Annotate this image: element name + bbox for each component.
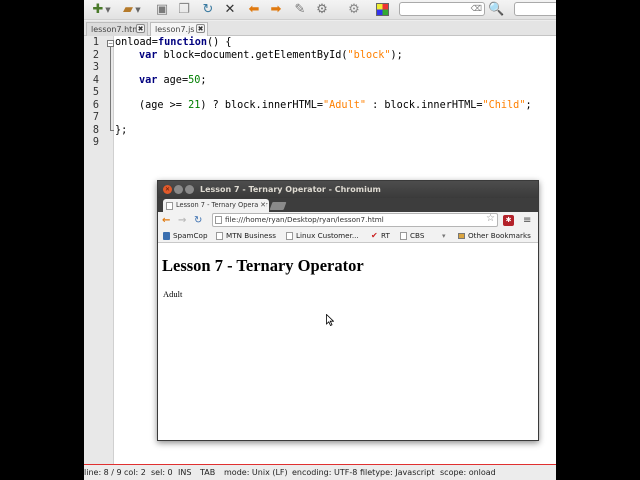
tab-lesson7-js[interactable]: lesson7.js ✖ xyxy=(150,22,208,36)
editor-toolbar: ✚ ▼ ▰ ▼ ▣ ❐ ↻ ✕ ⬅ ➡ ✎ ⚙ ⚙ ⌫ 🔍 xyxy=(84,0,556,20)
ternary-result-block: Adult xyxy=(163,289,183,299)
line-number-gutter: 1 2 3 4 5 6 7 8 9 − xyxy=(84,36,114,464)
page-favicon-icon xyxy=(166,202,173,210)
fold-guide-end xyxy=(110,130,114,131)
status-col: col: 2 xyxy=(124,468,146,477)
execute-icon[interactable]: ⚙ xyxy=(346,2,362,18)
status-scope: scope: onload xyxy=(440,468,496,477)
new-tab-button[interactable] xyxy=(269,202,287,210)
bookmark-page-icon xyxy=(400,232,407,240)
bookmark-item[interactable]: Linux Customer... xyxy=(286,229,359,243)
window-maximize-icon[interactable] xyxy=(185,185,194,194)
open-file-dropdown-icon[interactable]: ▼ xyxy=(134,2,142,18)
code-line-2: var block=document.getElementById("block… xyxy=(139,49,403,61)
browser-tab[interactable]: Lesson 7 - Ternary Operator ✕ xyxy=(163,199,269,212)
status-filetype: filetype: Javascript xyxy=(360,468,435,477)
line-number: 6 xyxy=(92,99,99,111)
save-icon[interactable]: ▣ xyxy=(154,2,170,18)
goto-line-input[interactable] xyxy=(514,2,556,16)
line-number: 2 xyxy=(92,49,99,61)
browser-title-bar[interactable]: ✕ Lesson 7 - Ternary Operator - Chromium xyxy=(158,181,538,198)
reload-icon[interactable]: ↻ xyxy=(194,213,202,228)
status-ins: INS xyxy=(178,468,192,477)
tab-label: lesson7.html xyxy=(91,25,143,34)
navigate-forward-icon[interactable]: ➡ xyxy=(268,2,284,18)
line-number: 5 xyxy=(92,87,99,98)
search-input[interactable]: ⌫ xyxy=(399,2,485,16)
line-number: 1 xyxy=(92,37,99,48)
bookmarks-overflow-icon[interactable]: ▾ xyxy=(442,229,446,243)
tab-label: lesson7.js xyxy=(155,25,195,34)
line-number: 7 xyxy=(92,112,99,123)
other-bookmarks-folder[interactable]: Other Bookmarks xyxy=(458,229,531,243)
page-heading: Lesson 7 - Ternary Operator xyxy=(162,256,364,275)
bookmark-star-icon[interactable]: ☆ xyxy=(486,213,495,225)
clear-search-icon[interactable]: ⌫ xyxy=(471,3,482,15)
status-mode: mode: Unix (LF) xyxy=(224,468,288,477)
status-tab: TAB xyxy=(200,468,216,477)
status-encoding: encoding: UTF-8 xyxy=(292,468,358,477)
status-sel: sel: 0 xyxy=(151,468,173,477)
code-line-1: onload=function() { xyxy=(115,37,232,48)
tab-lesson7-html[interactable]: lesson7.html ✖ xyxy=(86,22,148,36)
compile-icon[interactable]: ✎ xyxy=(292,2,308,18)
line-number: 3 xyxy=(92,62,99,73)
line-number: 9 xyxy=(92,137,99,148)
bookmark-item[interactable]: MTN Business xyxy=(216,229,276,243)
web-page-content: Lesson 7 - Ternary Operator Adult xyxy=(158,243,538,440)
browser-tab-strip: Lesson 7 - Ternary Operator ✕ xyxy=(158,198,538,212)
status-line: line: 8 / 9 xyxy=(84,468,122,477)
folder-icon xyxy=(458,233,465,239)
close-tab-icon[interactable]: ✖ xyxy=(196,24,205,33)
bookmark-item[interactable]: ✔ RT xyxy=(371,229,390,243)
back-arrow-icon[interactable]: ← xyxy=(162,213,170,228)
bookmark-page-icon xyxy=(216,232,223,240)
browser-toolbar: ← → ↻ file:///home/ryan/Desktop/ryan/les… xyxy=(158,212,538,229)
mouse-cursor-icon xyxy=(326,314,334,326)
reload-icon[interactable]: ↻ xyxy=(200,2,216,18)
new-file-dropdown-icon[interactable]: ▼ xyxy=(104,2,112,18)
fold-marker-icon[interactable]: − xyxy=(107,40,114,47)
address-bar[interactable]: file:///home/ryan/Desktop/ryan/lesson7.h… xyxy=(212,213,498,227)
document-tabs: lesson7.html ✖ lesson7.js ✖ xyxy=(84,21,556,36)
build-icon[interactable]: ⚙ xyxy=(314,2,330,18)
extension-icon[interactable]: ✱ xyxy=(503,215,514,226)
close-tab-icon[interactable]: ✕ xyxy=(258,199,266,212)
code-line-8: }; xyxy=(115,124,128,136)
close-file-icon[interactable]: ✕ xyxy=(222,2,238,18)
status-bar: line: 8 / 9 col: 2 sel: 0 INS TAB mode: … xyxy=(84,464,556,480)
bookmark-item[interactable]: CBS xyxy=(400,229,424,243)
address-bar-url: file:///home/ryan/Desktop/ryan/lesson7.h… xyxy=(225,215,384,224)
bookmark-item[interactable]: SpamCop xyxy=(163,229,208,243)
code-line-4: var age=50; xyxy=(139,74,207,86)
bookmarks-bar: SpamCop MTN Business Linux Customer... ✔… xyxy=(158,229,538,243)
window-title: Lesson 7 - Ternary Operator - Chromium xyxy=(200,185,381,194)
browser-tab-title: Lesson 7 - Ternary Operator xyxy=(176,201,268,209)
browser-menu-icon[interactable]: ≡ xyxy=(523,213,531,228)
bookmark-page-icon xyxy=(286,232,293,240)
window-close-icon[interactable]: ✕ xyxy=(163,185,172,194)
line-number: 4 xyxy=(92,74,99,86)
window-minimize-icon[interactable] xyxy=(174,185,183,194)
save-all-icon[interactable]: ❐ xyxy=(176,2,192,18)
navigate-back-icon[interactable]: ⬅ xyxy=(246,2,262,18)
bookmark-rt-icon: ✔ xyxy=(371,231,378,240)
forward-arrow-icon[interactable]: → xyxy=(178,213,186,228)
page-info-icon[interactable] xyxy=(215,216,222,224)
chromium-window: ✕ Lesson 7 - Ternary Operator - Chromium… xyxy=(157,180,539,441)
code-line-6: (age >= 21) ? block.innerHTML="Adult" : … xyxy=(139,99,532,111)
color-chooser-icon[interactable] xyxy=(374,2,390,18)
bookmark-site-icon xyxy=(163,232,170,240)
find-icon[interactable]: 🔍 xyxy=(488,2,504,18)
line-number: 8 xyxy=(92,124,99,136)
fold-guide xyxy=(110,47,111,131)
close-tab-icon[interactable]: ✖ xyxy=(136,24,145,33)
